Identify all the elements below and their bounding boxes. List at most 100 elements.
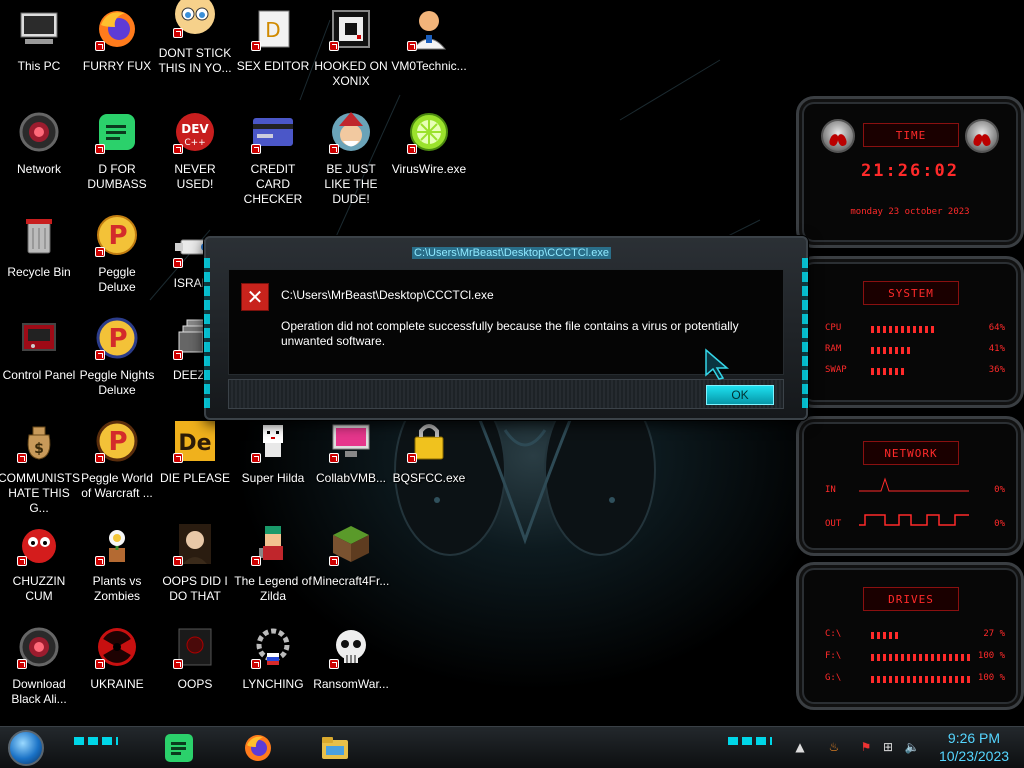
shortcut-arrow-icon [95, 350, 105, 360]
dialog-message: Operation did not complete successfully … [281, 319, 739, 348]
firefox-icon [93, 5, 141, 53]
desktop-icon[interactable]: RansomWar... [312, 623, 390, 692]
desktop-icon[interactable]: UKRAINE [78, 623, 156, 692]
desktop-icon[interactable]: CREDIT CARD CHECKER [234, 108, 312, 207]
widget-row-label: C:\ [825, 629, 842, 639]
desktop-icon[interactable]: OOPS [156, 623, 234, 692]
desktop-icon[interactable]: LYNCHING [234, 623, 312, 692]
taskbar-decoration-left [74, 737, 118, 745]
peggle-nights-icon: P [93, 314, 141, 362]
desktop-icon[interactable]: BE JUST LIKE THE DUDE! [312, 108, 390, 207]
desktop-icon[interactable]: D SEX EDITOR [234, 5, 312, 74]
mouse-cursor-icon [705, 348, 730, 380]
desktop-icon[interactable]: P Peggle Nights Deluxe [78, 314, 156, 398]
xonix-game-icon [327, 5, 375, 53]
desktop-icon[interactable]: VirusWire.exe [390, 108, 468, 177]
shortcut-arrow-icon [407, 144, 417, 154]
desktop-icon[interactable]: This PC [0, 5, 78, 74]
desktop-icon[interactable]: BQSFCC.exe [390, 417, 468, 486]
taskbar-file-explorer-icon[interactable] [318, 731, 352, 765]
flag-icon[interactable]: ⚑ [858, 739, 874, 755]
shortcut-arrow-icon [407, 41, 417, 51]
network-widget-title: NETWORK [863, 441, 959, 465]
network-widget: NETWORK IN 0% OUT 0% [796, 416, 1024, 556]
desktop-icon[interactable]: P Peggle World of Warcraft ... [78, 417, 156, 501]
desktop-icon-label: CHUZZIN CUM [12, 574, 66, 603]
desktop-icon[interactable]: OOPS DID I DO THAT [156, 520, 234, 604]
desktop-icon[interactable]: DEV C++ NEVER USED! [156, 108, 234, 192]
desktop-icon[interactable]: Network [0, 108, 78, 177]
ok-button[interactable]: OK [706, 385, 774, 405]
monitor-icon [327, 417, 375, 465]
shortcut-arrow-icon [173, 28, 183, 38]
volume-icon[interactable]: 🔈 [904, 739, 920, 755]
desktop-icon[interactable]: Plants vs Zombies [78, 520, 156, 604]
desktop-icon[interactable]: D FOR DUMBASS [78, 108, 156, 192]
desktop-icon[interactable]: FURRY FUX [78, 5, 156, 74]
java-icon[interactable]: ♨ [826, 739, 842, 755]
shortcut-arrow-icon [407, 453, 417, 463]
desktop-icon[interactable]: De DIE PLEASE [156, 417, 234, 486]
peggle-icon: P [93, 211, 141, 259]
desktop-icon-label: Download Black Ali... [11, 677, 67, 706]
system-widget: SYSTEM CPU 64% RAM 41% SWAP 36% [796, 256, 1024, 408]
widget-level-bar [871, 676, 971, 683]
start-button[interactable] [8, 730, 44, 766]
desktop-icon[interactable]: CHUZZIN CUM [0, 520, 78, 604]
taskbar-clock[interactable]: 9:26 PM 10/23/2023 [930, 729, 1018, 765]
svg-text:P: P [108, 221, 127, 251]
widget-row-value: 27 % [983, 629, 1005, 639]
up-arrow-icon[interactable]: ▲ [792, 739, 808, 755]
svg-text:C++: C++ [184, 138, 205, 148]
green-chat-icon [93, 108, 141, 156]
drives-widget-title: DRIVES [863, 587, 959, 611]
widget-row-value: 36% [988, 365, 1005, 375]
taskbar-chat-app-icon[interactable] [162, 731, 196, 765]
desktop-icon[interactable]: CollabVMB... [312, 417, 390, 486]
shortcut-arrow-icon [173, 453, 183, 463]
shortcut-arrow-icon [251, 556, 261, 566]
svg-text:P: P [108, 427, 127, 457]
shortcut-arrow-icon [95, 556, 105, 566]
desktop-icon-label: Minecraft4Fr... [312, 574, 390, 588]
desktop-icon[interactable]: HOOKED ON XONIX [312, 5, 390, 89]
widget-level-bar [871, 326, 935, 333]
desktop-icon[interactable]: DONT STICK THIS IN YO... [156, 0, 234, 76]
desktop-icon[interactable]: The Legend of Zilda [234, 520, 312, 604]
peggle-wow-icon: P [93, 417, 141, 465]
desktop-icon[interactable]: Control Panel [0, 314, 78, 383]
taskbar-date: 10/23/2023 [938, 748, 1010, 764]
widget-row-value: 41% [988, 344, 1005, 354]
desktop-icon-label: The Legend of Zilda [234, 574, 312, 603]
desktop-icon[interactable]: Minecraft4Fr... [312, 520, 390, 589]
dialog-button-bar [228, 379, 784, 409]
shortcut-arrow-icon [329, 453, 339, 463]
desktop-icon[interactable]: VM0Technic... [390, 5, 468, 74]
desktop-icon-label: Peggle Nights Deluxe [79, 368, 155, 397]
flower-pot-icon [93, 520, 141, 568]
desktop-icon-label: COMMUNISTS HATE THIS G... [0, 471, 80, 515]
taskbar-decoration-right [728, 737, 772, 745]
shortcut-arrow-icon [173, 659, 183, 669]
desktop-icon[interactable]: P Peggle Deluxe [78, 211, 156, 295]
pc-icon [15, 5, 63, 53]
shortcut-arrow-icon [173, 350, 183, 360]
taskbar-firefox-icon[interactable] [241, 731, 275, 765]
desktop-icon[interactable]: $ COMMUNISTS HATE THIS G... [0, 417, 80, 516]
shortcut-arrow-icon [251, 659, 261, 669]
shortcut-arrow-icon [17, 453, 27, 463]
shortcut-arrow-icon [95, 41, 105, 51]
desktop-icon[interactable]: Download Black Ali... [0, 623, 78, 707]
widget-level-bar [871, 632, 898, 639]
shortcut-arrow-icon [95, 453, 105, 463]
network-icon[interactable]: ⊞ [880, 739, 896, 755]
desktop-icon[interactable]: Recycle Bin [0, 211, 78, 280]
desktop-icon-label: NEVER USED! [174, 162, 216, 191]
time-widget-date: monday 23 october 2023 [850, 207, 970, 217]
taskbar: ▲ ♨ ⚑ ⊞ 🔈 9:26 PM 10/23/2023 [0, 726, 1024, 768]
desktop-icon-label: VirusWire.exe [391, 162, 467, 176]
desktop-icon[interactable]: Super Hilda [234, 417, 312, 486]
grass-block-icon [327, 520, 375, 568]
lime-icon [405, 108, 453, 156]
editor-icon: D [249, 5, 297, 53]
